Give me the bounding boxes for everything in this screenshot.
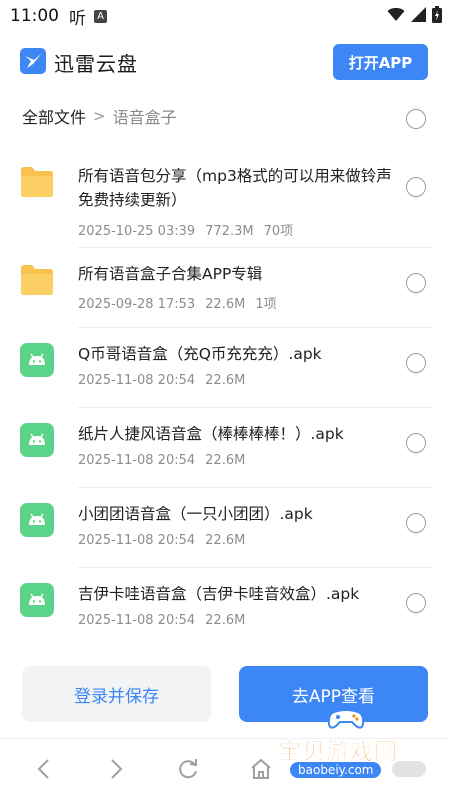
file-size: 22.6M [205, 453, 246, 468]
file-date: 2025-11-08 20:54 [78, 453, 196, 468]
select-all-radio[interactable] [406, 109, 426, 129]
file-name: 所有语音盒子合集APP专辑 [78, 265, 263, 283]
folder-icon [21, 265, 53, 295]
file-date: 2025-09-28 17:53 [78, 297, 196, 312]
file-date: 2025-11-08 20:54 [78, 373, 196, 388]
file-date: 2025-11-08 20:54 [78, 613, 196, 628]
file-date: 2025-10-25 03:39 [78, 224, 196, 239]
android-apk-icon [20, 583, 54, 617]
file-meta: 2025-10-25 03:39 772.3M 70项 [78, 220, 303, 239]
file-date: 2025-11-08 20:54 [78, 533, 196, 548]
status-bar: 11:00 听 A [0, 0, 450, 32]
file-select-radio[interactable] [406, 353, 426, 373]
file-size: 22.6M [205, 533, 246, 548]
breadcrumb-root[interactable]: 全部文件 [22, 104, 86, 128]
list-item[interactable]: 小团团语音盒（一只小团团）.apk 2025-11-08 20:54 22.6M [0, 488, 450, 568]
file-name: 所有语音包分享（mp3格式的可以用来做铃声 免费持续更新） [78, 167, 392, 209]
watermark: 宝贝游戏网 baobeiy.com [270, 709, 430, 784]
file-name: 吉伊卡哇语音盒（吉伊卡哇音效盒）.apk [78, 585, 360, 603]
file-size: 772.3M [205, 224, 254, 239]
list-item[interactable]: 纸片人捷风语音盒（棒棒棒棒！）.apk 2025-11-08 20:54 22.6… [0, 408, 450, 488]
app-notification-icon: A [94, 9, 107, 23]
file-meta: 2025-11-08 20:54 22.6M [78, 613, 255, 628]
app-name: 迅雷云盘 [54, 52, 138, 76]
watermark-url: baobeiy.com [290, 762, 382, 778]
signal-icon [411, 7, 426, 22]
file-size: 22.6M [205, 373, 246, 388]
file-meta: 2025-11-08 20:54 22.6M [78, 453, 255, 468]
refresh-icon[interactable] [176, 757, 200, 781]
back-icon[interactable] [34, 757, 54, 781]
watermark-title: 宝贝游戏网 [278, 739, 398, 766]
gamepad-logo-icon [327, 709, 365, 729]
xunlei-logo-icon [20, 48, 46, 74]
file-name: 小团团语音盒（一只小团团）.apk [78, 505, 313, 523]
android-apk-icon [20, 503, 54, 537]
list-item[interactable]: 所有语音盒子合集APP专辑 2025-09-28 17:53 22.6M 1项 [0, 248, 450, 328]
file-select-radio[interactable] [406, 513, 426, 533]
breadcrumb-current: 语音盒子 [112, 108, 177, 127]
file-select-radio[interactable] [406, 273, 426, 293]
file-size: 22.6M [205, 613, 246, 628]
open-app-button[interactable]: 打开APP [333, 44, 428, 80]
file-name: 纸片人捷风语音盒（棒棒棒棒！）.apk [78, 425, 344, 443]
file-size: 22.6M [205, 297, 246, 312]
battery-icon [432, 6, 442, 23]
forward-icon[interactable] [106, 757, 126, 781]
file-meta: 2025-11-08 20:54 22.6M [78, 533, 255, 548]
file-select-radio[interactable] [406, 593, 426, 613]
file-name: Q币哥语音盒（充Q币充充充）.apk [78, 345, 322, 363]
file-count: 1项 [255, 297, 277, 312]
list-item[interactable]: 吉伊卡哇语音盒（吉伊卡哇音效盒）.apk 2025-11-08 20:54 22.… [0, 568, 450, 648]
breadcrumb-separator: > [93, 107, 106, 125]
app-header: 迅雷云盘 打开APP [0, 32, 450, 92]
list-item[interactable]: Q币哥语音盒（充Q币充充充）.apk 2025-11-08 20:54 22.6M [0, 328, 450, 408]
breadcrumb: 全部文件 > 语音盒子 [22, 104, 177, 128]
file-count: 70项 [263, 224, 294, 239]
listen-notification-icon: 听 [69, 8, 86, 29]
wifi-icon [387, 7, 405, 21]
android-apk-icon [20, 343, 54, 377]
login-and-save-button[interactable]: 登录并保存 [22, 666, 211, 722]
file-meta: 2025-09-28 17:53 22.6M 1项 [78, 293, 287, 312]
file-select-radio[interactable] [406, 433, 426, 453]
file-meta: 2025-11-08 20:54 22.6M [78, 373, 255, 388]
android-apk-icon [20, 423, 54, 457]
status-icons [387, 6, 442, 23]
folder-icon [21, 167, 53, 197]
list-item[interactable]: 所有语音包分享（mp3格式的可以用来做铃声 免费持续更新） 2025-10-25… [0, 148, 450, 248]
file-select-radio[interactable] [406, 177, 426, 197]
status-time: 11:00 [10, 6, 59, 26]
